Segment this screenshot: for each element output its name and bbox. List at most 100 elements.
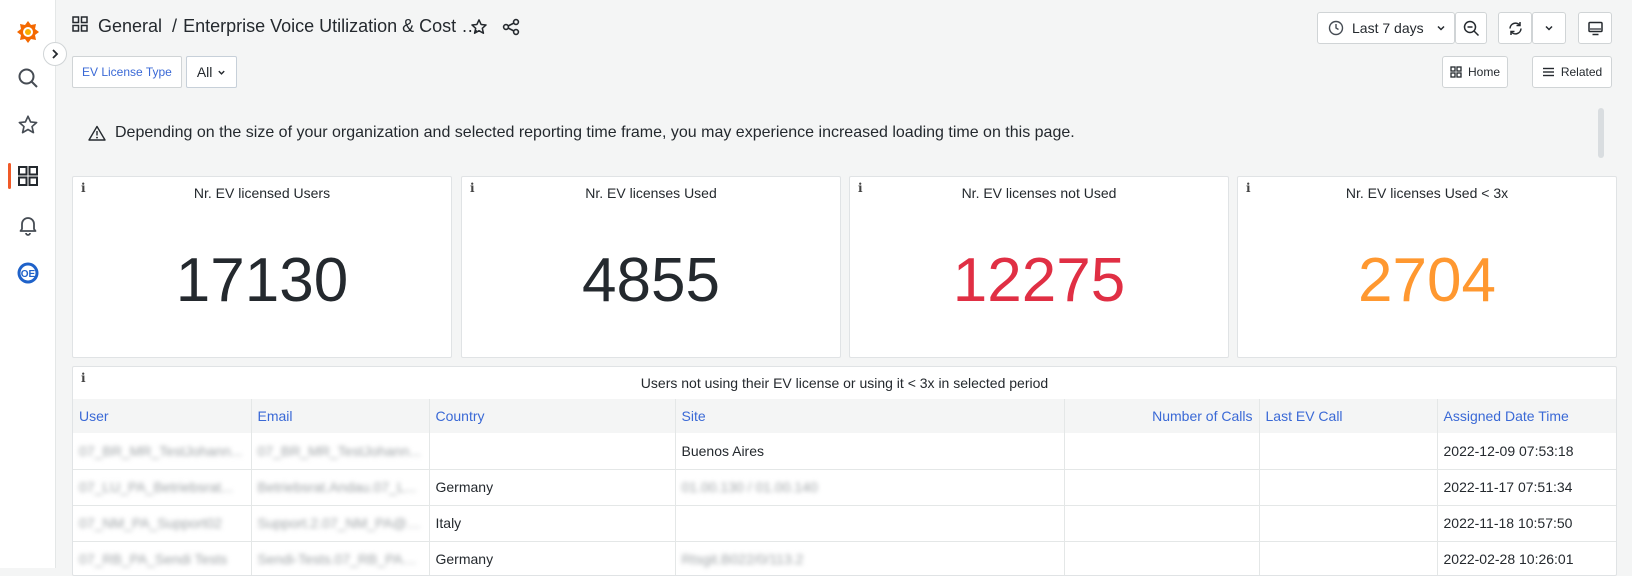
column-header-number-of-calls[interactable]: Number of Calls [1064,399,1260,433]
stat-panel-licenses-not-used: i Nr. EV licenses not Used 12275 [849,176,1229,358]
column-header-assigned-date-time[interactable]: Assigned Date Time [1437,399,1616,433]
monitor-icon [1587,21,1603,35]
cell-email: 07_BR_MR_TestJohann... [251,433,430,470]
ev-license-type-label: EV License Type [72,56,182,88]
cell-site: 01.00.130 / 01.00.140 [675,469,1065,506]
stat-value: 12275 [952,246,1126,315]
stat-panel-licenses-used: i Nr. EV licenses Used 4855 [461,176,841,358]
stat-label: Nr. EV licenses Used < 3x [1345,185,1509,201]
search-icon[interactable] [14,64,42,92]
cell-email: Betriebsrat.Andau.07_L... [251,469,430,506]
dashboard-grid-icon [72,16,88,37]
cell-country: Germany [429,541,676,575]
column-header-email[interactable]: Email [251,399,430,433]
stat-value: 17130 [175,246,349,315]
column-header-user[interactable]: User [73,399,252,433]
cell-country: Italy [429,505,676,542]
cell-email: Sendi-Tests.07_RB_PA@... [251,541,430,575]
column-header-last-ev-call[interactable]: Last EV Call [1259,399,1438,433]
cell-number-of-calls [1064,469,1260,506]
stat-panel-licenses-used-under-3x: i Nr. EV licenses Used < 3x 2704 [1237,176,1617,358]
stat-label: Nr. EV licensed Users [193,185,331,201]
app-plugin-icon[interactable]: OE [14,259,42,287]
time-range-picker[interactable]: Last 7 days [1317,12,1455,44]
refresh-icon [1508,21,1522,35]
star-icon[interactable] [470,18,488,41]
cell-site: Buenos Aires [675,433,1065,470]
breadcrumb-separator: / [172,16,178,36]
chevron-down-icon [218,70,226,75]
expand-sidebar-button[interactable] [43,42,67,66]
cell-last-ev-call [1259,505,1438,542]
breadcrumb: General / Enterprise Voice Utilization &… [72,16,489,37]
cell-number-of-calls [1064,541,1260,575]
cell-assigned-date-time: 2022-12-09 07:53:18 [1437,433,1616,470]
cell-user: 07_BR_MR_TestJohann... [73,433,252,470]
home-link-button[interactable]: Home [1442,56,1508,88]
table-title: Users not using their EV license or usin… [640,375,1049,391]
home-link-label: Home [1467,65,1500,79]
kiosk-mode-button[interactable] [1578,12,1612,44]
cell-email: Support.2.07_NM_PA@c... [251,505,430,542]
cell-number-of-calls [1064,505,1260,542]
top-bar: General / Enterprise Voice Utilization &… [56,0,1632,56]
menu-icon [1542,67,1554,77]
column-header-site[interactable]: Site [675,399,1065,433]
cell-country: Germany [429,469,676,506]
table-row[interactable]: 07_BR_MR_TestJohann... 07_BR_MR_TestJoha… [73,433,1616,470]
active-indicator [8,163,11,189]
cell-assigned-date-time: 2022-11-18 10:57:50 [1437,505,1616,542]
refresh-interval-dropdown[interactable] [1532,12,1566,44]
cell-user: 07_RB_PA_Sendi Tests [73,541,252,575]
dashboards-icon[interactable] [14,162,42,190]
table-row[interactable]: 07_LU_PA_Betriebsrat... Betriebsrat.Anda… [73,469,1616,506]
ev-license-type-value: All [196,64,213,80]
grafana-logo-icon[interactable] [14,18,42,46]
chevron-right-icon [52,49,59,59]
time-range-label: Last 7 days [1352,20,1424,36]
table-row[interactable]: 07_RB_PA_Sendi Tests Sendi-Tests.07_RB_P… [73,541,1616,575]
notice-text: Depending on the size of your organizati… [115,124,1075,141]
cell-user: 07_LU_PA_Betriebsrat... [73,469,252,506]
share-icon[interactable] [502,18,520,41]
loading-time-notice: Depending on the size of your organizati… [72,106,1612,160]
cell-last-ev-call [1259,433,1438,470]
ev-license-type-select[interactable]: All [185,56,238,88]
cell-country [429,433,676,470]
dashboard-title[interactable]: Enterprise Voice Utilization & Cost O... [183,16,489,37]
svg-text:OE: OE [21,269,36,280]
refresh-button[interactable] [1498,12,1532,44]
cell-site: Rtsgit.B022/0/113.2 [675,541,1065,575]
stat-label: Nr. EV licenses Used [585,185,717,201]
stat-panel-licensed-users: i Nr. EV licensed Users 17130 [72,176,452,358]
table-header-row: User Email Country Site Number of Calls … [73,399,1616,433]
cell-assigned-date-time: 2022-11-17 07:51:34 [1437,469,1616,506]
chevron-down-icon [1437,25,1445,31]
stat-value: 2704 [1358,246,1496,315]
stat-label: Nr. EV licenses not Used [961,185,1117,201]
column-header-country[interactable]: Country [429,399,676,433]
unused-licenses-table-panel: i Users not using their EV license or us… [72,366,1617,576]
users-table: User Email Country Site Number of Calls … [73,399,1616,575]
variables-row: EV License Type All [72,56,238,88]
clock-icon [1328,20,1344,36]
chevron-down-icon [1545,25,1553,31]
panel-scrollbar[interactable] [1598,108,1604,158]
breadcrumb-folder[interactable]: General [98,16,162,37]
cell-last-ev-call [1259,541,1438,575]
stat-value: 4855 [582,246,720,315]
cell-last-ev-call [1259,469,1438,506]
zoom-out-icon [1463,20,1479,36]
cell-number-of-calls [1064,433,1260,470]
cell-assigned-date-time: 2022-02-28 10:26:01 [1437,541,1616,575]
related-link-button[interactable]: Related [1532,56,1612,88]
related-link-label: Related [1560,65,1603,79]
zoom-out-button[interactable] [1455,12,1487,44]
dashboard-grid-icon [1450,66,1462,78]
cell-user: 07_NM_PA_Support02 [73,505,252,542]
bell-icon[interactable] [14,211,42,239]
table-row[interactable]: 07_NM_PA_Support02 Support.2.07_NM_PA@c.… [73,505,1616,542]
cell-site [675,505,1065,542]
warning-icon [88,125,106,141]
star-icon[interactable] [14,111,42,139]
